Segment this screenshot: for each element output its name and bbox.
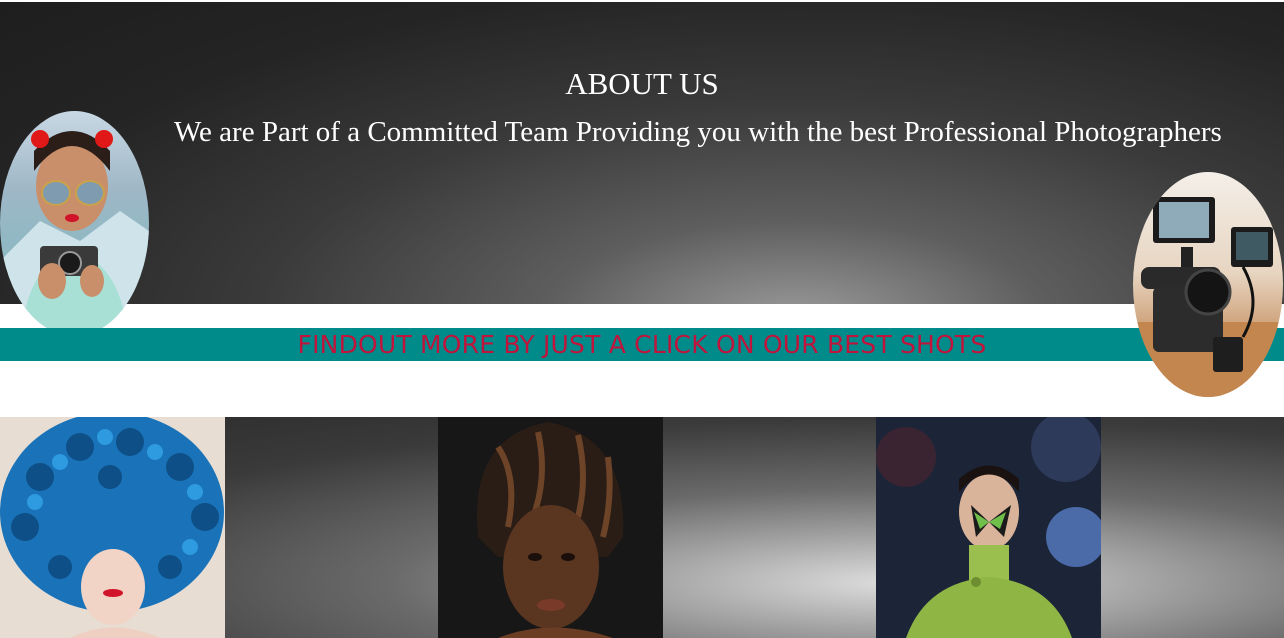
about-title: ABOUT US: [565, 66, 719, 101]
about-hero-section: [0, 2, 1284, 304]
gallery-shot-blue-hair[interactable]: [0, 417, 225, 638]
dreadlocks-woman-photo: [438, 417, 663, 638]
page: ABOUT US We are Part of a Committed Team…: [0, 0, 1284, 638]
butterfly-green-outfit-woman-photo: [876, 417, 1101, 638]
woman-with-camera-photo: [0, 111, 149, 336]
blue-curly-hair-woman-photo: [0, 417, 225, 638]
cta-text[interactable]: FINDOUT MORE BY JUST A CLICK ON OUR BEST…: [0, 328, 1284, 361]
gallery-shot-dreadlocks[interactable]: [438, 417, 663, 638]
gallery-shot-butterfly[interactable]: [876, 417, 1101, 638]
about-subtitle: We are Part of a Committed Team Providin…: [174, 116, 1222, 148]
camera-rig-photo: [1133, 172, 1283, 397]
